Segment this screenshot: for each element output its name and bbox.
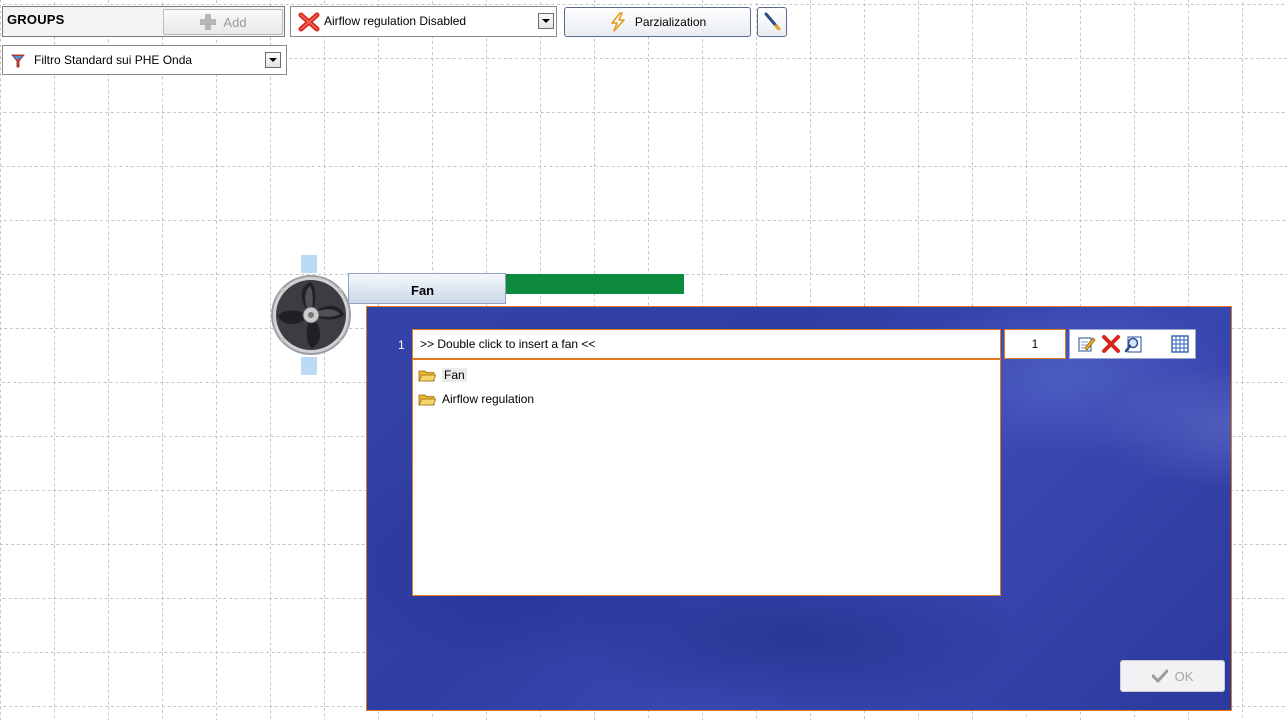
tool-button[interactable]: [757, 7, 787, 37]
checkmark-icon: [1151, 669, 1168, 683]
ok-button[interactable]: OK: [1120, 660, 1225, 692]
quantity-value: 1: [1031, 337, 1039, 351]
parzialization-label: Parzialization: [634, 15, 707, 29]
folder-icon: [418, 370, 436, 381]
airflow-regulation-value: Airflow regulation Disabled: [324, 14, 467, 28]
search-icon[interactable]: [1124, 334, 1144, 354]
tree-item-fan[interactable]: Fan: [413, 365, 1000, 385]
plus-icon: [199, 13, 217, 31]
parzialization-button[interactable]: Parzialization: [564, 7, 751, 37]
filter-funnel-icon: [11, 54, 25, 68]
tree-item-label: Fan: [442, 368, 467, 382]
tree-item-airflow-regulation[interactable]: Airflow regulation: [413, 389, 1000, 409]
fan-insert-field[interactable]: >> Double click to insert a fan <<: [412, 329, 1001, 359]
table-icon[interactable]: [1170, 334, 1190, 354]
chevron-down-icon: [269, 58, 277, 62]
add-group-button[interactable]: Add: [163, 9, 283, 35]
folder-icon: [418, 394, 436, 405]
fan-image[interactable]: [270, 274, 352, 356]
fan-top-handle[interactable]: [301, 255, 317, 273]
groups-label: GROUPS: [7, 12, 65, 27]
add-button-label: Add: [223, 14, 247, 30]
fan-status-bar: [506, 274, 684, 294]
filter-dropdown-button[interactable]: [265, 52, 281, 68]
fan-insert-text: >> Double click to insert a fan <<: [420, 337, 596, 351]
airflow-dropdown-button[interactable]: [538, 13, 554, 29]
row-number: 1: [398, 338, 405, 352]
filter-value: Filtro Standard sui PHE Onda: [34, 53, 193, 67]
fan-tab-label: Fan: [411, 283, 435, 298]
fan-tree-list[interactable]: Fan Airflow regulation: [412, 359, 1001, 596]
tree-item-label: Airflow regulation: [442, 392, 535, 406]
fan-tab-ghost-label: Fan 1: [368, 278, 397, 290]
red-x-icon: [298, 12, 320, 32]
chevron-down-icon: [542, 19, 550, 23]
delete-icon[interactable]: [1101, 334, 1121, 354]
edit-icon[interactable]: [1076, 334, 1096, 354]
pencil-tool-icon: [764, 12, 781, 31]
fan-bottom-handle[interactable]: [301, 357, 317, 375]
ok-label: OK: [1174, 668, 1194, 684]
lightning-icon: [611, 12, 625, 32]
quantity-field[interactable]: 1: [1004, 329, 1066, 359]
